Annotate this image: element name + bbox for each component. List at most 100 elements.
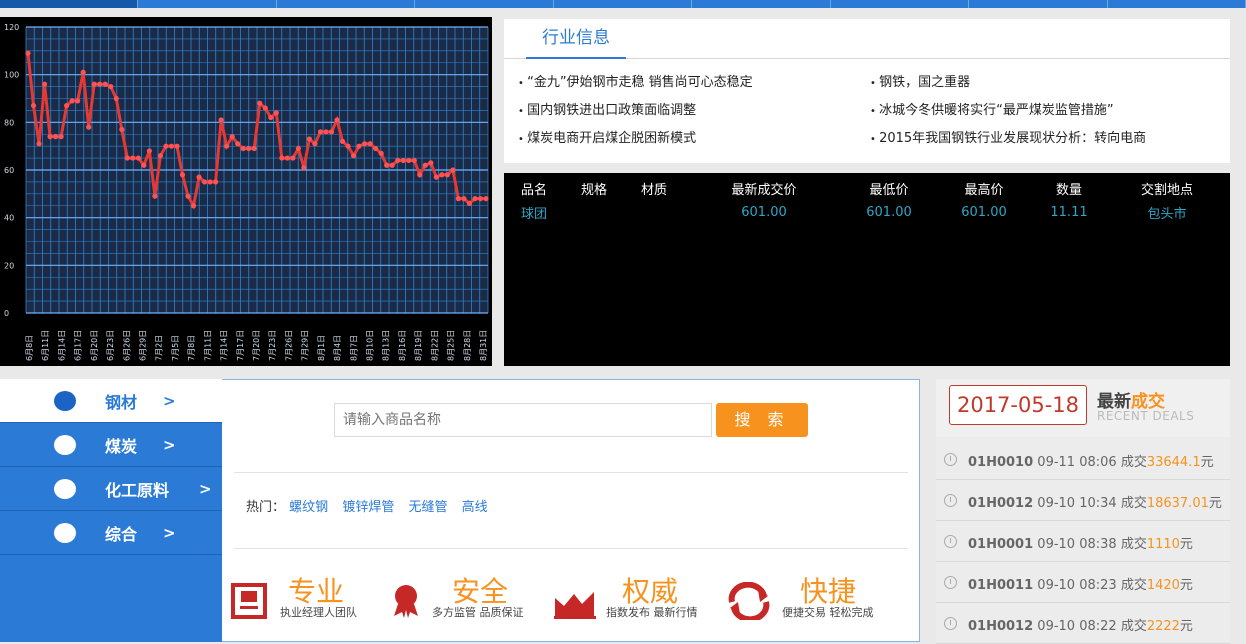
data-point xyxy=(323,129,329,135)
search-button[interactable]: 搜 索 xyxy=(716,403,808,437)
deal-unit: 元 xyxy=(1179,619,1193,634)
data-point xyxy=(466,200,473,206)
news-item[interactable]: “金九”伊始钢市走稳 销售尚可心态稳定 xyxy=(518,73,870,93)
x-tick-label: 7月20日 xyxy=(252,330,261,361)
nav-tab[interactable] xyxy=(415,0,554,8)
x-tick-label: 7月17日 xyxy=(236,330,245,361)
data-point xyxy=(334,117,340,123)
data-point xyxy=(152,193,158,199)
deal-time: 09-10 08:22 xyxy=(1037,619,1117,634)
deal-label: 成交 xyxy=(1120,578,1147,593)
data-point xyxy=(246,145,252,152)
x-tick-label: 8月28日 xyxy=(463,330,472,361)
nav-tab[interactable] xyxy=(1108,0,1246,8)
nav-tab[interactable] xyxy=(692,0,831,8)
refresh-icon xyxy=(728,582,770,620)
hot-link[interactable]: 螺纹钢 xyxy=(289,500,328,515)
data-point xyxy=(345,143,351,149)
category-item-chemicals[interactable]: 化工原料 > xyxy=(0,467,222,511)
news-item[interactable]: 2015年我国钢铁行业发展现状分析：转向电商 xyxy=(870,129,1210,149)
x-tick-label: 6月23日 xyxy=(106,330,115,361)
x-tick-label: 8月4日 xyxy=(333,335,342,361)
data-point xyxy=(75,98,81,104)
data-point xyxy=(295,145,301,152)
data-point xyxy=(52,134,59,140)
deal-unit: 元 xyxy=(1179,578,1193,593)
latest-deals-subtitle: RECENT DEALS xyxy=(1097,409,1195,423)
data-point xyxy=(422,162,428,168)
deal-row[interactable]: 01H0001 09-10 08:38 成交1110元 xyxy=(936,521,1230,562)
price-line-chart: 0 20 40 60 80 100 120 6月8日 6月11日 6月14日 6月17日 6月20日 6… xyxy=(4,23,489,361)
data-point xyxy=(86,124,92,130)
data-point xyxy=(113,95,119,102)
nav-tab[interactable] xyxy=(831,0,970,8)
data-point xyxy=(472,196,478,202)
circle-icon xyxy=(54,523,76,543)
deal-label: 成交 xyxy=(1120,496,1147,511)
x-tick-label: 8月1日 xyxy=(317,335,326,361)
deal-row[interactable]: 01H0012 09-10 10:34 成交18637.01元 xyxy=(936,480,1230,521)
table-row[interactable]: 球团 601.00 601.00 601.00 11.11 包头市 xyxy=(504,201,1230,223)
latest-deals-header: 2017-05-18 最新成交 RECENT DEALS xyxy=(936,379,1230,437)
nav-tab[interactable] xyxy=(277,0,416,8)
deal-row[interactable]: 01H0012 09-10 08:22 成交2222元 xyxy=(936,603,1230,644)
nav-tab[interactable] xyxy=(0,0,139,8)
hot-searches: 热门： 螺纹钢 镀锌焊管 无缝管 高线 xyxy=(246,496,498,515)
data-point xyxy=(64,103,70,109)
data-point xyxy=(367,141,373,147)
deal-unit: 元 xyxy=(1179,537,1193,552)
divider xyxy=(234,548,908,549)
news-title[interactable]: 行业信息 xyxy=(526,19,626,59)
nav-tab[interactable] xyxy=(554,0,693,8)
deal-text: 01H0001 09-10 08:38 成交1110元 xyxy=(968,533,1193,552)
nav-tab[interactable] xyxy=(969,0,1108,8)
data-point xyxy=(102,81,108,87)
x-tick-label: 7月11日 xyxy=(203,330,212,361)
deal-code: 01H0012 xyxy=(968,496,1034,511)
x-tick-label: 7月23日 xyxy=(268,330,277,361)
deal-label: 成交 xyxy=(1120,455,1147,470)
top-nav-bar xyxy=(0,0,1246,8)
col-header-quantity: 数量 xyxy=(1055,182,1082,198)
clock-icon xyxy=(944,535,957,548)
category-item-steel[interactable]: 钢材 > xyxy=(0,379,222,423)
deal-row[interactable]: 01H0010 09-11 08:06 成交33644.1元 xyxy=(936,439,1230,480)
hot-link[interactable]: 镀锌焊管 xyxy=(342,500,394,515)
data-point xyxy=(207,179,213,185)
news-item[interactable]: 冰城今冬供暖将实行“最严煤炭监管措施” xyxy=(870,101,1210,121)
table-cell: 601.00 xyxy=(866,204,912,220)
data-point xyxy=(339,138,346,144)
certificate-icon xyxy=(231,583,267,619)
col-header-high-price: 最高价 xyxy=(964,182,1004,198)
hot-link[interactable]: 高线 xyxy=(462,500,488,515)
x-tick-label: 6月20日 xyxy=(90,330,99,361)
data-point xyxy=(257,100,263,106)
search-input[interactable] xyxy=(334,403,712,437)
chevron-right-icon: > xyxy=(199,479,212,498)
feature-strip: 专业 执业经理人团队 安全 多方监管 品质保证 权威 指数发布 最新行情 快捷 … xyxy=(230,570,910,628)
data-point xyxy=(461,196,467,202)
news-item[interactable]: 钢铁，国之重器 xyxy=(870,73,1210,93)
news-item[interactable]: 国内钢铁进出口政策面临调整 xyxy=(518,101,870,121)
data-point xyxy=(290,155,296,161)
x-tick-label: 6月8日 xyxy=(25,335,34,361)
data-point xyxy=(185,193,191,199)
y-tick-label: 20 xyxy=(4,261,14,270)
data-point xyxy=(312,141,318,147)
data-point xyxy=(411,157,417,164)
hot-link[interactable]: 无缝管 xyxy=(408,500,447,515)
news-item[interactable]: 煤炭电商开启煤企脱困新模式 xyxy=(518,129,870,149)
nav-tab[interactable] xyxy=(138,0,277,8)
x-tick-label: 8月10日 xyxy=(366,330,375,361)
feature-professional: 专业 执业经理人团队 xyxy=(230,570,380,628)
data-point xyxy=(450,167,456,173)
data-point xyxy=(168,143,175,149)
data-point xyxy=(483,196,489,202)
category-item-general[interactable]: 综合 > xyxy=(0,511,222,555)
category-label: 化工原料 xyxy=(105,480,170,500)
deal-row[interactable]: 01H0011 09-10 08:23 成交1420元 xyxy=(936,562,1230,603)
category-item-coal[interactable]: 煤炭 > xyxy=(0,423,222,467)
category-label: 综合 xyxy=(105,524,138,544)
data-point xyxy=(362,141,368,147)
deal-text: 01H0010 09-11 08:06 成交33644.1元 xyxy=(968,451,1214,470)
